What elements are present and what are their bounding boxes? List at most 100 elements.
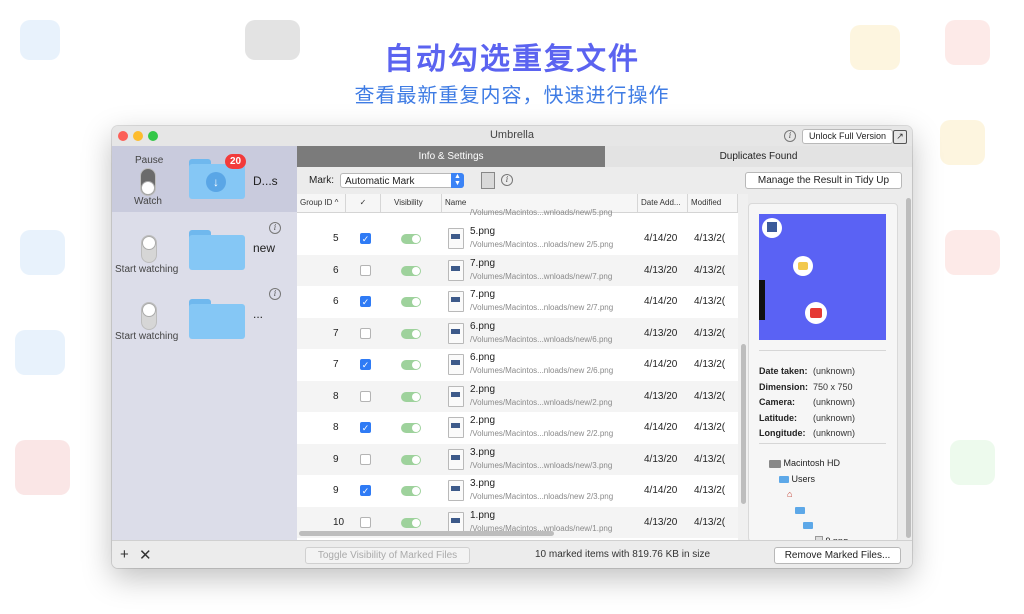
visibility-toggle[interactable] [401,391,421,402]
mark-checkbox[interactable]: ✓ [360,359,371,370]
folder-icon [803,520,813,530]
visibility-toggle[interactable] [401,454,421,465]
watched-folder-3[interactable]: i Start watching ... [112,286,297,352]
table-row[interactable]: 5 ✓ 5.png/Volumes/Macintos...nloads/new 2/… [297,223,738,255]
toggle-visibility-button[interactable]: Toggle Visibility of Marked Files [305,547,470,564]
watched-folder-2[interactable]: i Start watching new [112,220,297,286]
pause-label: Pause [135,155,164,166]
app-icon [762,218,782,238]
png-file-icon [448,322,464,344]
table-row[interactable]: 7 ✓ 6.png/Volumes/Macintos...nloads/new 2/… [297,349,738,381]
remove-icon[interactable]: ✕ [139,546,152,564]
visibility-toggle[interactable] [401,265,421,276]
copy-documents-icon[interactable] [481,172,495,189]
info-panel: Date taken: (unknown) Dimension: 750 x 750 C… [738,194,912,547]
mark-checkbox[interactable]: ✓ [360,485,371,496]
watched-folder-1[interactable]: Pause Watch ↓ 20 D...s [112,146,297,212]
table-vertical-scrollbar[interactable] [738,194,748,540]
group-id: 9 [333,453,339,465]
tab-bar: Info & Settings Duplicates Found [297,146,912,167]
mark-label: Mark: [309,175,334,186]
path-node[interactable]: Users [779,474,815,484]
mark-checkbox[interactable]: ✓ [360,296,371,307]
file-path: /Volumes/Macintos...wnloads/new/3.png [470,460,613,470]
mark-select-value: Automatic Mark [345,176,415,187]
info-icon[interactable]: i [501,174,513,186]
mark-checkbox[interactable] [360,327,371,339]
column-modified[interactable]: Modified [688,194,738,212]
horizontal-scrollbar[interactable] [299,531,554,536]
mark-checkbox[interactable] [360,264,371,276]
meta-key: Longitude: [759,428,806,438]
table-row[interactable]: 8 ✓ 2.png/Volumes/Macintos...nloads/new 2/… [297,412,738,444]
mark-checkbox[interactable] [360,516,371,528]
path-node-label: Macintosh HD [783,458,841,468]
promo-headline: 自动勾选重复文件 [384,43,640,76]
date-modified: 4/13/2( [694,327,726,339]
table-row[interactable]: 9 ✓ 3.png/Volumes/Macintos...nloads/new 2/… [297,475,738,507]
visibility-toggle[interactable] [401,486,421,496]
file-info-card: Date taken: (unknown) Dimension: 750 x 750 C… [748,203,898,547]
info-icon[interactable]: i [269,222,281,234]
visibility-toggle[interactable] [401,517,421,528]
visibility-toggle[interactable] [401,360,421,370]
file-path: /Volumes/Macintos...wnloads/new/6.png [470,334,613,344]
meta-value: (unknown) [813,428,856,438]
info-icon[interactable]: i [269,288,281,300]
start-watching-toggle[interactable] [141,302,157,330]
table-row[interactable]: 6 7.png/Volumes/Macintos...wnloads/new/7.… [297,254,738,286]
mark-checkbox[interactable] [360,453,371,465]
add-icon[interactable]: + [120,546,129,563]
path-node[interactable]: ⌂ [787,489,792,499]
mark-checkbox[interactable]: ✓ [360,233,371,244]
watch-toggle[interactable] [140,168,156,196]
manage-in-tidy-up-button[interactable]: Manage the Result in Tidy Up [745,172,902,189]
mark-select[interactable]: Automatic Mark ▲ ▼ [340,173,464,188]
remove-marked-files-button[interactable]: Remove Marked Files... [774,547,901,564]
bottom-bar: + ✕ Toggle Visibility of Marked Files 10… [112,540,912,568]
file-name: 7.png [470,257,496,269]
meta-key: Date taken: [759,366,808,376]
expand-icon[interactable]: ↗ [893,130,907,144]
app-icon [793,256,813,276]
column-group-id[interactable]: Group ID ^ [297,194,346,212]
mark-checkbox[interactable] [360,390,371,402]
column-date-added[interactable]: Date Add... [638,194,688,212]
visibility-toggle[interactable] [401,328,421,339]
path-node[interactable] [803,520,813,530]
table-row[interactable]: 7 6.png/Volumes/Macintos...wnloads/new/6.… [297,317,738,349]
png-file-icon [448,259,464,281]
date-added: 4/13/20 [644,264,678,276]
start-watching-label: Start watching [115,264,179,275]
date-added: 4/14/20 [644,422,678,433]
meta-key: Camera: [759,397,796,407]
download-arrow-icon: ↓ [206,172,226,192]
table-row[interactable]: 6 ✓ 7.png/Volumes/Macintos...nloads/new 2/… [297,286,738,318]
mark-checkbox[interactable]: ✓ [360,422,371,433]
group-id: 10 [333,516,345,528]
chevron-updown-icon: ▲ ▼ [451,173,464,188]
date-modified: 4/13/2( [694,359,726,370]
info-icon[interactable]: i [784,130,796,142]
path-node[interactable] [795,505,805,515]
file-path: /Volumes/Macintos...nloads/new 2/5.png [470,240,614,249]
file-name: 2.png [470,415,496,426]
visibility-toggle[interactable] [401,234,421,244]
tab-duplicates-found[interactable]: Duplicates Found [605,146,912,167]
visibility-toggle[interactable] [401,297,421,307]
table-row[interactable]: 8 2.png/Volumes/Macintos...wnloads/new/2.… [297,380,738,412]
file-name: 1.png [470,509,496,521]
info-panel-scrollbar[interactable] [906,198,911,538]
visibility-toggle[interactable] [401,423,421,433]
app-icon [805,302,827,324]
table-row[interactable]: 9 3.png/Volumes/Macintos...wnloads/new/3.… [297,443,738,475]
column-visibility[interactable]: Visibility [381,194,442,212]
path-node[interactable]: Macintosh HD [769,458,840,468]
date-modified: 4/13/2( [694,390,726,402]
column-check[interactable]: ✓ [346,194,381,212]
start-watching-toggle[interactable] [141,235,157,263]
tab-info-settings[interactable]: Info & Settings [297,146,605,167]
date-added: 4/14/20 [644,296,678,307]
png-file-icon [448,417,464,438]
unlock-full-version-button[interactable]: Unlock Full Version [802,129,894,144]
